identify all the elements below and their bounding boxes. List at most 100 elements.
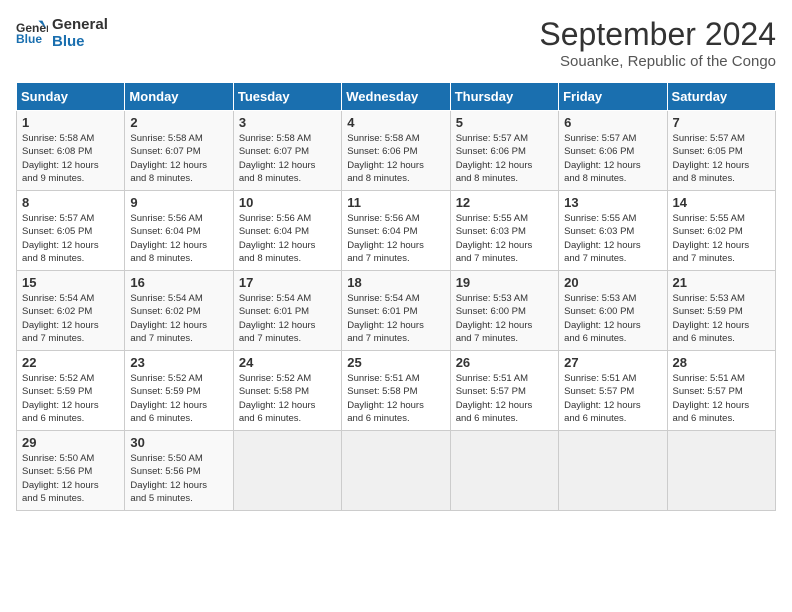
day-number: 2 <box>130 115 227 130</box>
day-cell: 23 Sunrise: 5:52 AMSunset: 5:59 PMDayligh… <box>125 351 233 431</box>
day-number: 26 <box>456 355 553 370</box>
day-detail: Sunrise: 5:55 AMSunset: 6:02 PMDaylight:… <box>673 212 770 265</box>
logo-general: General <box>52 16 108 33</box>
title-area: September 2024 Souanke, Republic of the … <box>539 16 776 70</box>
day-cell: 3 Sunrise: 5:58 AMSunset: 6:07 PMDaylight… <box>233 111 341 191</box>
day-cell: 10 Sunrise: 5:56 AMSunset: 6:04 PMDayligh… <box>233 191 341 271</box>
day-number: 5 <box>456 115 553 130</box>
day-cell: 14 Sunrise: 5:55 AMSunset: 6:02 PMDayligh… <box>667 191 775 271</box>
day-detail: Sunrise: 5:51 AMSunset: 5:57 PMDaylight:… <box>673 372 770 425</box>
day-cell: 13 Sunrise: 5:55 AMSunset: 6:03 PMDayligh… <box>559 191 667 271</box>
day-cell: 12Sunrise: 5:55 AMSunset: 6:03 PMDayligh… <box>450 191 558 271</box>
day-cell <box>667 431 775 511</box>
day-number: 14 <box>673 195 770 210</box>
day-cell: 2 Sunrise: 5:58 AMSunset: 6:07 PMDaylight… <box>125 111 233 191</box>
day-cell: 24 Sunrise: 5:52 AMSunset: 5:58 PMDayligh… <box>233 351 341 431</box>
day-detail: Sunrise: 5:53 AMSunset: 6:00 PMDaylight:… <box>564 292 661 345</box>
day-number: 28 <box>673 355 770 370</box>
day-number: 24 <box>239 355 336 370</box>
day-cell: 5 Sunrise: 5:57 AMSunset: 6:06 PMDaylight… <box>450 111 558 191</box>
day-detail: Sunrise: 5:52 AMSunset: 5:58 PMDaylight:… <box>239 372 336 425</box>
day-detail: Sunrise: 5:54 AMSunset: 6:01 PMDaylight:… <box>347 292 444 345</box>
day-detail: Sunrise: 5:52 AMSunset: 5:59 PMDaylight:… <box>130 372 227 425</box>
day-detail: Sunrise: 5:51 AMSunset: 5:57 PMDaylight:… <box>564 372 661 425</box>
day-number: 30 <box>130 435 227 450</box>
calendar-week-5: 29 Sunrise: 5:50 AMSunset: 5:56 PMDayligh… <box>17 431 776 511</box>
day-cell: 21Sunrise: 5:53 AMSunset: 5:59 PMDayligh… <box>667 271 775 351</box>
day-cell: 17Sunrise: 5:54 AMSunset: 6:01 PMDayligh… <box>233 271 341 351</box>
day-cell: 16 Sunrise: 5:54 AMSunset: 6:02 PMDayligh… <box>125 271 233 351</box>
day-cell: 11 Sunrise: 5:56 AMSunset: 6:04 PMDayligh… <box>342 191 450 271</box>
month-year-title: September 2024 <box>539 16 776 53</box>
day-cell: 29Sunrise: 5:50 AMSunset: 5:56 PMDayligh… <box>17 431 125 511</box>
day-number: 13 <box>564 195 661 210</box>
day-detail: Sunrise: 5:54 AMSunset: 6:02 PMDaylight:… <box>130 292 227 345</box>
day-detail: Sunrise: 5:51 AMSunset: 5:57 PMDaylight:… <box>456 372 553 425</box>
day-detail: Sunrise: 5:58 AMSunset: 6:07 PMDaylight:… <box>239 132 336 185</box>
day-number: 27 <box>564 355 661 370</box>
day-cell <box>342 431 450 511</box>
svg-text:Blue: Blue <box>16 32 42 46</box>
day-cell: 19Sunrise: 5:53 AMSunset: 6:00 PMDayligh… <box>450 271 558 351</box>
day-number: 7 <box>673 115 770 130</box>
calendar-week-1: 1Sunrise: 5:58 AMSunset: 6:08 PMDaylight… <box>17 111 776 191</box>
day-detail: Sunrise: 5:51 AMSunset: 5:58 PMDaylight:… <box>347 372 444 425</box>
day-detail: Sunrise: 5:55 AMSunset: 6:03 PMDaylight:… <box>564 212 661 265</box>
day-number: 29 <box>22 435 119 450</box>
day-cell: 30 Sunrise: 5:50 AMSunset: 5:56 PMDayligh… <box>125 431 233 511</box>
day-number: 10 <box>239 195 336 210</box>
calendar-week-3: 15Sunrise: 5:54 AMSunset: 6:02 PMDayligh… <box>17 271 776 351</box>
day-detail: Sunrise: 5:56 AMSunset: 6:04 PMDaylight:… <box>239 212 336 265</box>
day-number: 23 <box>130 355 227 370</box>
col-saturday: Saturday <box>667 83 775 111</box>
calendar-table: Sunday Monday Tuesday Wednesday Thursday… <box>16 82 776 511</box>
day-cell: 4 Sunrise: 5:58 AMSunset: 6:06 PMDaylight… <box>342 111 450 191</box>
day-detail: Sunrise: 5:53 AMSunset: 6:00 PMDaylight:… <box>456 292 553 345</box>
day-number: 6 <box>564 115 661 130</box>
col-tuesday: Tuesday <box>233 83 341 111</box>
day-cell: 25 Sunrise: 5:51 AMSunset: 5:58 PMDayligh… <box>342 351 450 431</box>
day-number: 17 <box>239 275 336 290</box>
day-cell <box>233 431 341 511</box>
day-number: 9 <box>130 195 227 210</box>
day-number: 18 <box>347 275 444 290</box>
day-detail: Sunrise: 5:56 AMSunset: 6:04 PMDaylight:… <box>347 212 444 265</box>
col-wednesday: Wednesday <box>342 83 450 111</box>
day-number: 1 <box>22 115 119 130</box>
day-cell: 15Sunrise: 5:54 AMSunset: 6:02 PMDayligh… <box>17 271 125 351</box>
day-cell <box>559 431 667 511</box>
day-number: 20 <box>564 275 661 290</box>
day-number: 8 <box>22 195 119 210</box>
day-cell: 6Sunrise: 5:57 AMSunset: 6:06 PMDaylight… <box>559 111 667 191</box>
day-detail: Sunrise: 5:56 AMSunset: 6:04 PMDaylight:… <box>130 212 227 265</box>
day-number: 4 <box>347 115 444 130</box>
day-cell: 1Sunrise: 5:58 AMSunset: 6:08 PMDaylight… <box>17 111 125 191</box>
day-cell: 8Sunrise: 5:57 AMSunset: 6:05 PMDaylight… <box>17 191 125 271</box>
day-detail: Sunrise: 5:52 AMSunset: 5:59 PMDaylight:… <box>22 372 119 425</box>
day-number: 21 <box>673 275 770 290</box>
day-detail: Sunrise: 5:57 AMSunset: 6:06 PMDaylight:… <box>456 132 553 185</box>
logo-icon: General Blue <box>16 19 48 47</box>
location-label: Souanke, Republic of the Congo <box>539 53 776 70</box>
day-cell: 9 Sunrise: 5:56 AMSunset: 6:04 PMDaylight… <box>125 191 233 271</box>
header-row: Sunday Monday Tuesday Wednesday Thursday… <box>17 83 776 111</box>
day-number: 16 <box>130 275 227 290</box>
col-monday: Monday <box>125 83 233 111</box>
day-detail: Sunrise: 5:58 AMSunset: 6:06 PMDaylight:… <box>347 132 444 185</box>
day-number: 25 <box>347 355 444 370</box>
day-cell: 7 Sunrise: 5:57 AMSunset: 6:05 PMDaylight… <box>667 111 775 191</box>
col-friday: Friday <box>559 83 667 111</box>
col-sunday: Sunday <box>17 83 125 111</box>
day-cell: 20 Sunrise: 5:53 AMSunset: 6:00 PMDayligh… <box>559 271 667 351</box>
logo: General Blue General Blue <box>16 16 108 50</box>
day-cell: 18 Sunrise: 5:54 AMSunset: 6:01 PMDayligh… <box>342 271 450 351</box>
day-cell <box>450 431 558 511</box>
day-cell: 22Sunrise: 5:52 AMSunset: 5:59 PMDayligh… <box>17 351 125 431</box>
day-detail: Sunrise: 5:58 AMSunset: 6:07 PMDaylight:… <box>130 132 227 185</box>
day-cell: 26 Sunrise: 5:51 AMSunset: 5:57 PMDayligh… <box>450 351 558 431</box>
day-detail: Sunrise: 5:57 AMSunset: 6:05 PMDaylight:… <box>673 132 770 185</box>
day-number: 11 <box>347 195 444 210</box>
calendar-week-4: 22Sunrise: 5:52 AMSunset: 5:59 PMDayligh… <box>17 351 776 431</box>
day-number: 3 <box>239 115 336 130</box>
day-detail: Sunrise: 5:50 AMSunset: 5:56 PMDaylight:… <box>130 452 227 505</box>
